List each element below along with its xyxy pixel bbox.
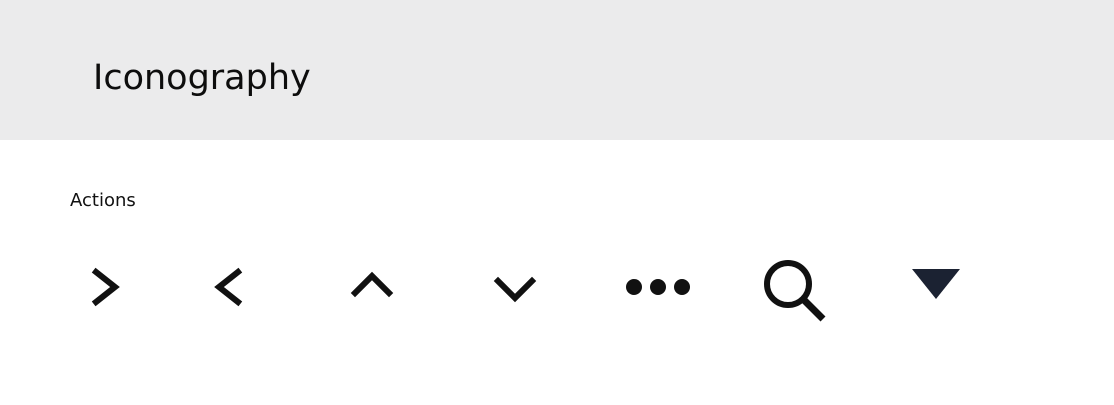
- more-horizontal-icon: [624, 276, 692, 298]
- page-title: Iconography: [93, 58, 311, 98]
- search-icon: [762, 258, 828, 324]
- caret-down-icon: [910, 266, 962, 302]
- chevron-down-icon: [493, 272, 537, 306]
- section-title: Actions: [70, 190, 136, 211]
- chevron-up-icon: [350, 268, 394, 302]
- chevron-left-icon: [210, 265, 244, 309]
- page-header: Iconography: [0, 0, 1114, 140]
- chevron-right-icon: [90, 265, 124, 309]
